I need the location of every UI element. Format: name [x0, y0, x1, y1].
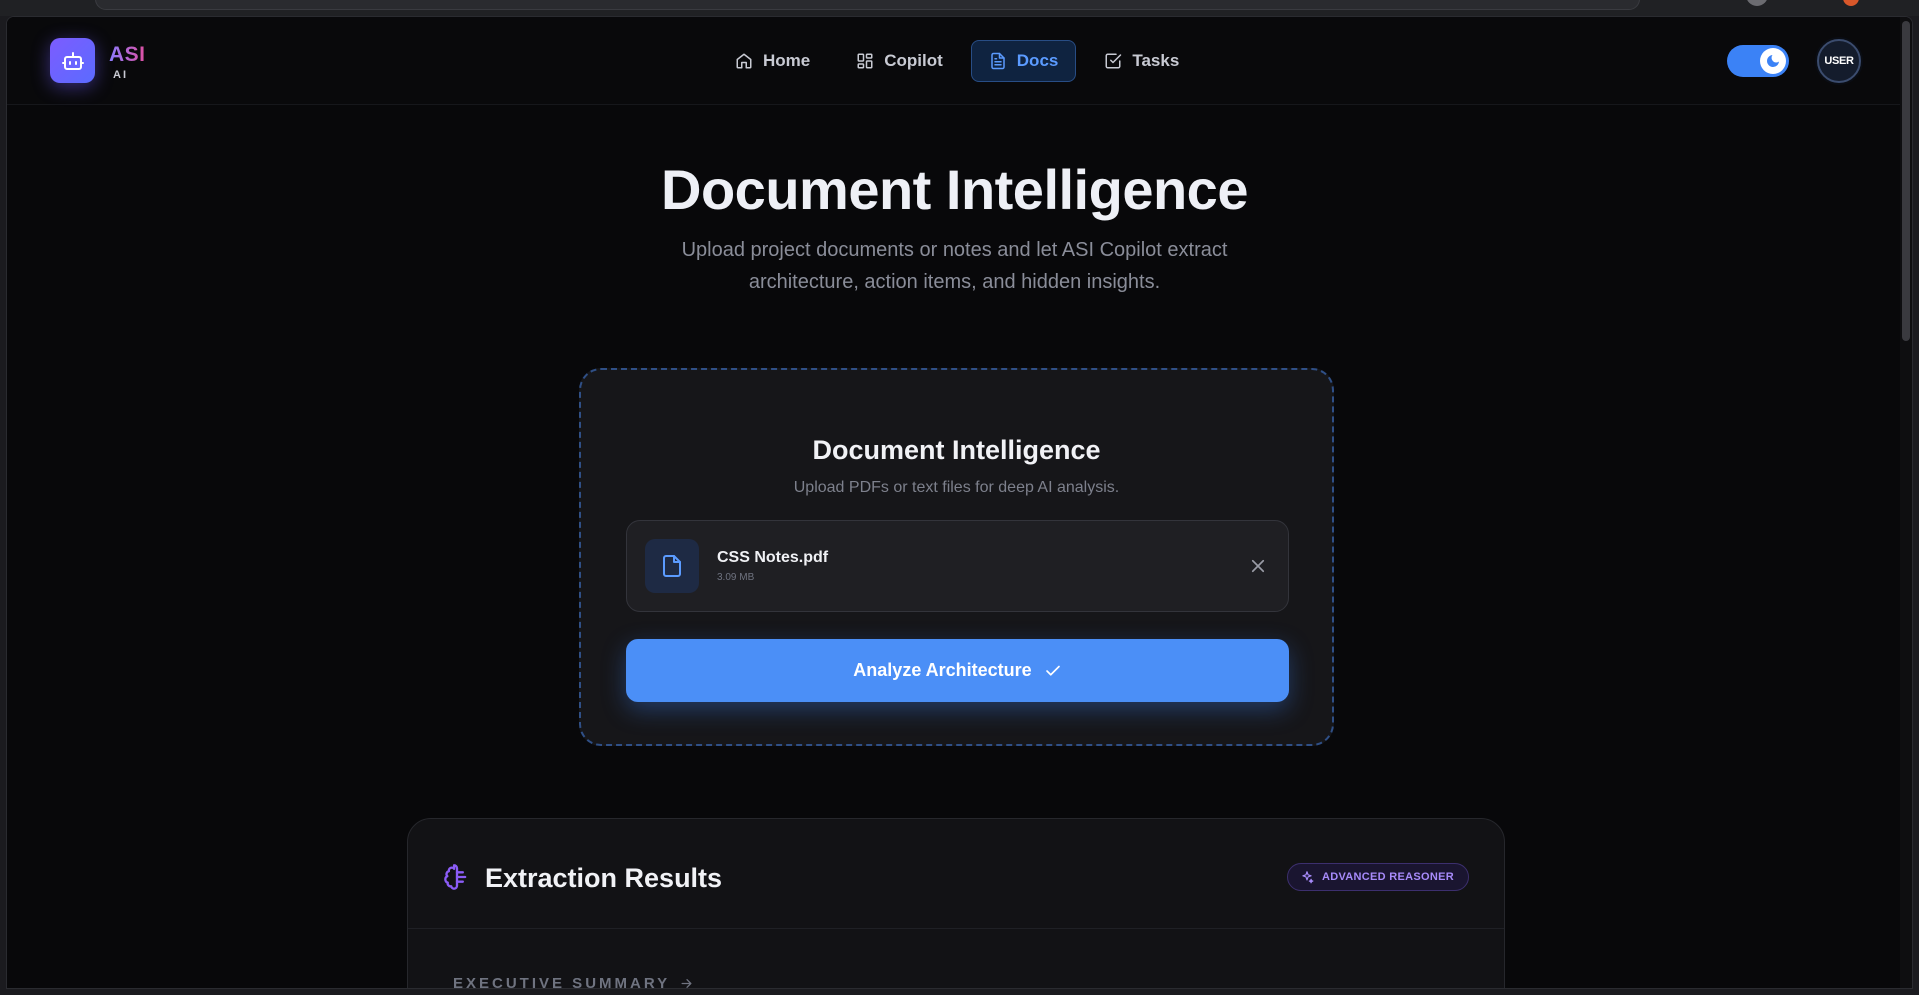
check-icon: [1045, 665, 1060, 676]
badge-label: ADVANCED REASONER: [1321, 871, 1454, 883]
browser-address-bar[interactable]: [95, 0, 1640, 10]
browser-extension-icon[interactable]: [1843, 0, 1859, 6]
file-name: CSS Notes.pdf: [717, 549, 829, 566]
advanced-reasoner-badge: ADVANCED REASONER: [1286, 863, 1469, 891]
section-label: EXECUTIVE SUMMARY: [453, 975, 671, 989]
arrow-right-icon: [681, 979, 692, 988]
brand-subtitle: AI: [113, 69, 128, 81]
nav-item-label: Home: [763, 51, 811, 70]
home-icon: [736, 53, 752, 69]
remove-file-button[interactable]: [1246, 554, 1270, 578]
sparkles-icon: [1302, 871, 1314, 884]
main-nav: Home Copilot Docs Tasks: [717, 40, 1197, 82]
nav-item-home[interactable]: Home: [717, 40, 828, 82]
moon-icon: [1767, 55, 1779, 67]
nav-item-copilot[interactable]: Copilot: [838, 40, 961, 82]
scrollbar-thumb[interactable]: [1902, 21, 1910, 341]
theme-toggle[interactable]: [1727, 45, 1789, 77]
extraction-results-panel: Extraction Results ADVANCED REASONER EXE…: [407, 818, 1505, 989]
top-navbar: ASI AI Home Copilot Docs Tasks USER: [7, 17, 1902, 105]
checkbox-icon: [1105, 53, 1122, 69]
nav-item-label: Tasks: [1132, 51, 1180, 70]
browser-profile-icon[interactable]: [1746, 0, 1768, 6]
browser-toolbar: [0, 0, 1919, 16]
brand-name: ASI: [109, 43, 146, 66]
toggle-knob: [1760, 48, 1786, 74]
uploaded-file-item: CSS Notes.pdf 3.09 MB: [626, 520, 1289, 612]
brain-icon: [444, 864, 467, 890]
nav-item-label: Docs: [1016, 51, 1059, 70]
user-avatar[interactable]: USER: [1817, 39, 1861, 83]
results-header: Extraction Results ADVANCED REASONER: [408, 819, 1504, 929]
app-window: ASI AI Home Copilot Docs Tasks USER Docu…: [6, 16, 1913, 989]
upload-card-subtitle: Upload PDFs or text files for deep AI an…: [793, 479, 1120, 496]
page-scrollbar[interactable]: [1900, 17, 1912, 988]
document-icon: [991, 52, 1005, 70]
analyze-button-label: Analyze Architecture: [853, 660, 1032, 680]
grid-icon: [857, 53, 873, 69]
upload-dropzone[interactable]: Document Intelligence Upload PDFs or tex…: [579, 368, 1334, 746]
page-subtitle: Upload project documents or notes and le…: [681, 239, 1228, 293]
logo-robot-icon[interactable]: [50, 38, 95, 83]
file-size: 3.09 MB: [717, 572, 755, 583]
nav-item-docs[interactable]: Docs: [970, 40, 1077, 82]
nav-item-label: Copilot: [884, 51, 943, 70]
upload-card-title: Document Intelligence: [812, 435, 1101, 465]
analyze-architecture-button[interactable]: Analyze Architecture: [626, 639, 1289, 702]
page-title: Document Intelligence: [661, 158, 1248, 221]
close-icon: [1251, 559, 1265, 573]
file-icon: [645, 539, 699, 593]
executive-summary-link[interactable]: EXECUTIVE SUMMARY: [453, 975, 693, 989]
nav-item-tasks[interactable]: Tasks: [1086, 40, 1197, 82]
results-title: Extraction Results: [485, 863, 723, 893]
